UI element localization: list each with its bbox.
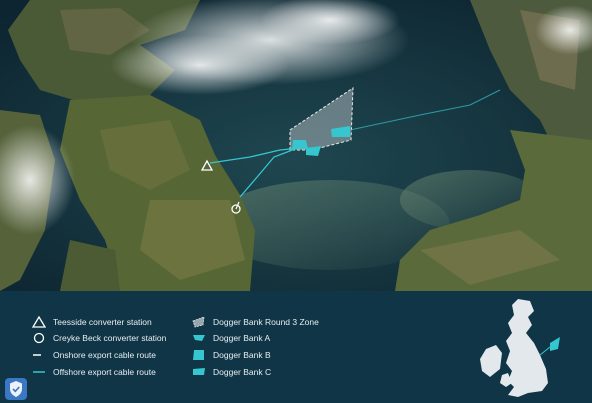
- legend-label: Creyke Beck converter station: [53, 333, 167, 343]
- legend-item-onshore-cable: Onshore export cable route: [32, 348, 156, 362]
- privacy-settings-button[interactable]: [5, 378, 27, 400]
- triangle-outline-icon: [32, 316, 46, 328]
- legend-label: Dogger Bank B: [213, 350, 271, 360]
- satellite-map: [0, 0, 592, 291]
- dogger-bank-b-zone: [292, 140, 308, 149]
- dogger-bank-locator-marker: [550, 337, 560, 351]
- map-figure: Teesside converter station Creyke Beck c…: [0, 0, 592, 403]
- legend-item-dogger-bank-c: Dogger Bank C: [192, 365, 271, 379]
- legend-item-offshore-cable: Offshore export cable route: [32, 365, 156, 379]
- teal-zone-b-icon: [192, 349, 206, 361]
- legend-label: Dogger Bank C: [213, 367, 272, 377]
- legend-label: Offshore export cable route: [53, 367, 156, 377]
- legend-label: Onshore export cable route: [53, 350, 157, 360]
- legend-label: Dogger Bank A: [213, 333, 271, 343]
- uk-locator-map: [474, 297, 570, 401]
- circle-outline-icon: [32, 332, 46, 344]
- legend-item-teesside: Teesside converter station: [32, 315, 152, 329]
- teal-line-icon: [32, 366, 46, 378]
- legend-item-dogger-bank-a: Dogger Bank A: [192, 331, 270, 345]
- legend-label: Teesside converter station: [53, 317, 152, 327]
- teal-zone-c-icon: [192, 366, 206, 378]
- teal-zone-a-icon: [192, 332, 206, 344]
- white-line-icon: [32, 349, 46, 361]
- shield-check-icon: [10, 381, 22, 397]
- legend-item-dogger-bank-b: Dogger Bank B: [192, 348, 271, 362]
- legend-label: Dogger Bank Round 3 Zone: [213, 317, 319, 327]
- grey-zone-icon: [192, 316, 206, 328]
- legend-item-round3-zone: Dogger Bank Round 3 Zone: [192, 315, 319, 329]
- legend-item-creyke-beck: Creyke Beck converter station: [32, 331, 166, 345]
